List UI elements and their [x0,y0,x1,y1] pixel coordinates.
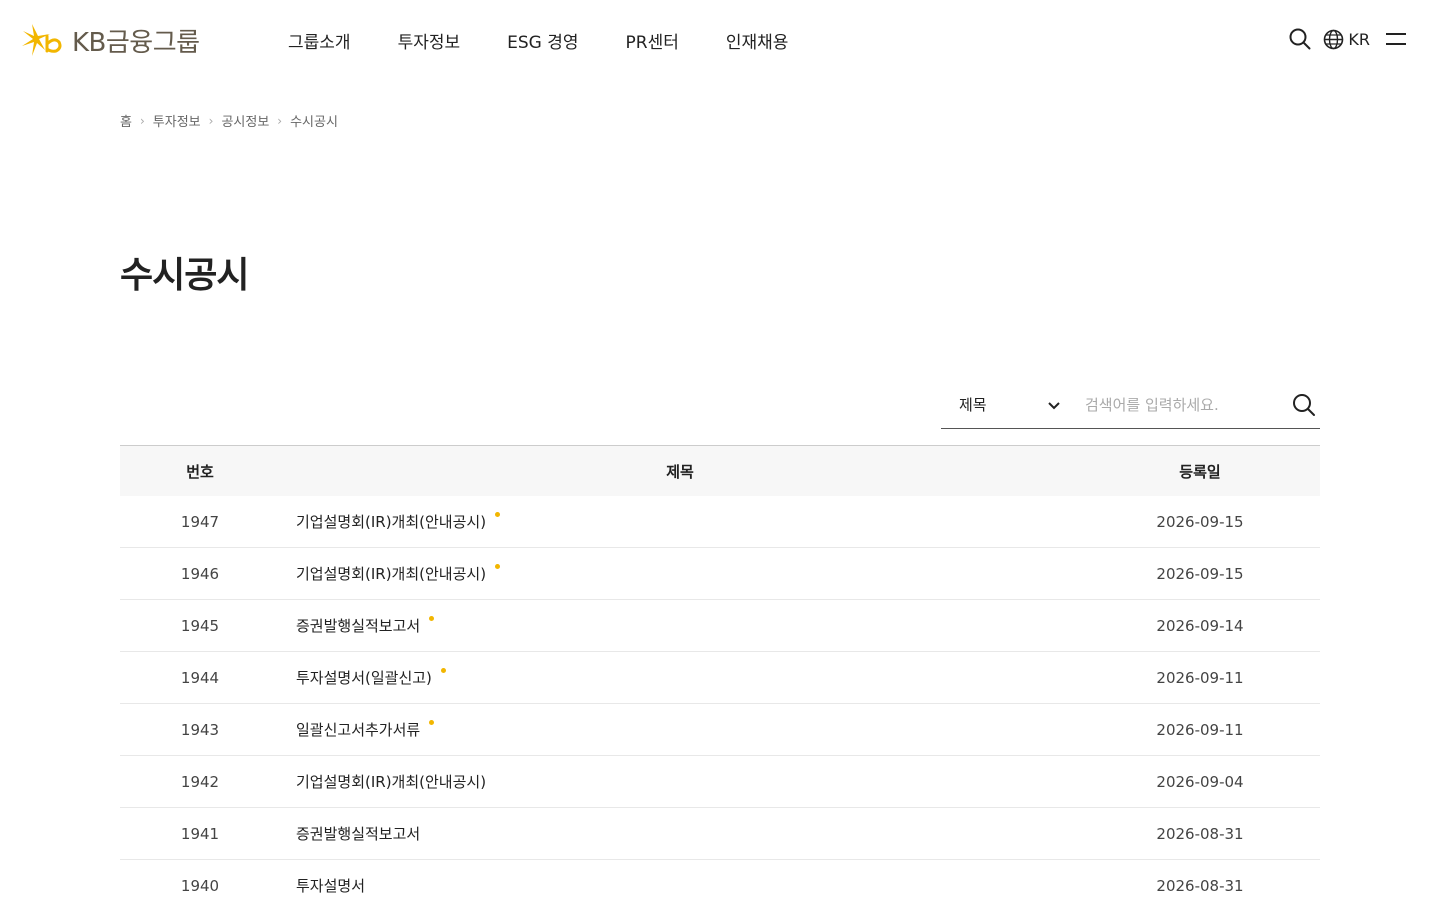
table-row[interactable]: 1946 기업설명회(IR)개최(안내공시) 2026-09-15 [120,548,1320,600]
row-title: 증권발행실적보고서 [296,617,421,635]
global-nav: 그룹소개 투자정보 ESG 경영 PR센터 인재채용 [288,28,835,53]
row-title-link[interactable]: 투자설명서(일괄신고) [280,667,1080,688]
row-number: 1943 [180,720,220,739]
nav-item-pr-center[interactable]: PR센터 [626,28,679,53]
new-dot-icon [495,564,501,569]
row-title: 기업설명회(IR)개최(안내공시) [296,773,487,791]
table-row[interactable]: 1947 기업설명회(IR)개최(안내공시) 2026-09-15 [120,496,1320,548]
language-label: KR [1348,29,1370,49]
hamburger-menu-icon[interactable] [1386,31,1406,47]
search-submit-icon[interactable] [1292,393,1316,417]
nav-item-esg[interactable]: ESG 경영 [507,28,578,53]
new-dot-icon [495,512,501,517]
row-number: 1946 [180,564,220,583]
row-title: 투자설명서 [296,877,366,895]
row-title: 일괄신고서추가서류 [296,721,421,739]
chevron-right-icon: › [139,113,145,128]
site-header: KB금융그룹 그룹소개 투자정보 ESG 경영 PR센터 인재채용 KR [0,0,1440,80]
row-date: 2026-09-11 [1156,668,1244,687]
row-date: 2026-09-14 [1156,616,1244,635]
row-number: 1941 [180,824,220,843]
header-date: 등록일 [1179,462,1221,481]
row-title-link[interactable]: 일괄신고서추가서류 [280,719,1080,740]
search-input[interactable] [1073,381,1273,428]
breadcrumb-home[interactable]: 홈 [120,111,132,130]
globe-icon [1324,29,1344,49]
row-title-link[interactable]: 투자설명서 [280,875,1080,896]
new-dot-icon [429,616,435,621]
row-date: 2026-09-15 [1156,564,1244,583]
row-title: 투자설명서(일괄신고) [296,669,432,687]
chevron-right-icon: › [208,113,214,128]
row-title-link[interactable]: 기업설명회(IR)개최(안내공시) [280,511,1080,532]
table-row[interactable]: 1944 투자설명서(일괄신고) 2026-09-11 [120,652,1320,704]
language-selector[interactable]: KR [1323,29,1370,50]
new-dot-icon [440,668,446,673]
chevron-right-icon: › [277,113,283,128]
row-title: 기업설명회(IR)개최(안내공시) [296,565,487,583]
table-row[interactable]: 1941 증권발행실적보고서 2026-08-31 [120,808,1320,860]
row-number: 1945 [180,616,220,635]
disclosure-table: 번호 제목 등록일 1947 기업설명회(IR)개최(안내공시) 2026-09… [120,445,1320,900]
table-row[interactable]: 1945 증권발행실적보고서 2026-09-14 [120,600,1320,652]
breadcrumb-investor-info[interactable]: 투자정보 [153,111,201,130]
table-header: 번호 제목 등록일 [120,445,1320,496]
row-title-link[interactable]: 기업설명회(IR)개최(안내공시) [280,563,1080,584]
nav-item-investor-info[interactable]: 투자정보 [398,28,461,53]
breadcrumb: 홈 › 투자정보 › 공시정보 › 수시공시 [120,111,338,131]
row-title-link[interactable]: 증권발행실적보고서 [280,615,1080,636]
search-type-select[interactable]: 제목 [941,381,1073,428]
kb-logo-link[interactable]: KB금융그룹 [20,22,200,58]
nav-item-careers[interactable]: 인재채용 [726,28,789,53]
table-row[interactable]: 1940 투자설명서 2026-08-31 [120,860,1320,900]
row-title: 기업설명회(IR)개최(안내공시) [296,513,487,531]
row-number: 1944 [180,668,220,687]
new-dot-icon [429,720,435,725]
breadcrumb-current: 수시공시 [290,115,338,130]
row-date: 2026-09-15 [1156,512,1244,531]
row-date: 2026-09-11 [1156,720,1244,739]
row-title: 증권발행실적보고서 [296,825,421,843]
header-number: 번호 [186,462,214,481]
row-date: 2026-08-31 [1156,876,1244,895]
page-title: 수시공시 [120,255,249,296]
search-bar: 제목 [941,381,1320,429]
row-title-link[interactable]: 증권발행실적보고서 [280,823,1080,844]
row-number: 1942 [180,772,220,791]
header-utilities: KR [1289,28,1406,50]
row-date: 2026-08-31 [1156,824,1244,843]
logo-text: KB금융그룹 [72,27,200,58]
header-title: 제목 [666,462,694,481]
nav-item-group-intro[interactable]: 그룹소개 [288,28,351,53]
chevron-down-icon [1048,401,1060,409]
row-number: 1940 [180,876,220,895]
breadcrumb-disclosure[interactable]: 공시정보 [221,111,269,130]
search-icon[interactable] [1289,28,1311,50]
kb-star-logo-icon [22,24,62,56]
table-row[interactable]: 1943 일괄신고서추가서류 2026-09-11 [120,704,1320,756]
row-date: 2026-09-04 [1156,772,1244,791]
table-row[interactable]: 1942 기업설명회(IR)개최(안내공시) 2026-09-04 [120,756,1320,808]
row-number: 1947 [180,512,220,531]
search-type-value: 제목 [959,396,987,414]
row-title-link[interactable]: 기업설명회(IR)개최(안내공시) [280,771,1080,792]
